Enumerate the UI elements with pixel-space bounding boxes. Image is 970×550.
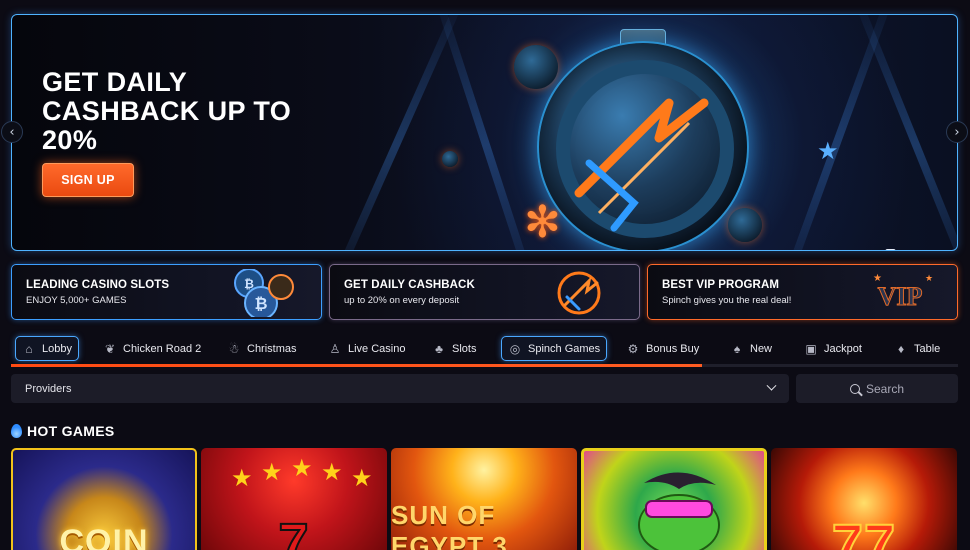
category-table[interactable]: ♦ Table: [888, 336, 946, 361]
small-ornament-image: [728, 208, 762, 242]
category-jackpot[interactable]: ▣ Jackpot: [798, 336, 868, 361]
hero-prev-button[interactable]: ‹: [1, 121, 23, 143]
chicken-icon: ❦: [104, 341, 116, 356]
category-chicken-road-2[interactable]: ❦ Chicken Road 2: [97, 336, 207, 361]
svg-text:★: ★: [351, 464, 373, 492]
hot-games-header: HOT GAMES: [11, 423, 114, 439]
category-live-casino[interactable]: ♙ Live Casino: [322, 336, 411, 361]
game-title: SUN OF EGYPT 3: [391, 500, 508, 550]
frog-character-image: [638, 472, 720, 550]
svg-text:₿: ₿: [244, 277, 254, 291]
category-label: Christmas: [247, 342, 297, 355]
search-icon: [849, 383, 860, 394]
category-label: Chicken Road 2: [123, 342, 202, 355]
promo-subtitle: Spinch gives you the real deal!: [662, 295, 792, 306]
game-title: 77: [831, 511, 897, 550]
svg-text:₿: ₿: [254, 295, 267, 313]
jackpot-icon: ▣: [805, 341, 817, 356]
dealer-icon: ♙: [329, 341, 341, 356]
hero-banner[interactable]: GET DAILY CASHBACK UP TO 20% SIGN UP ★ ✻: [11, 14, 958, 251]
svg-text:★: ★: [231, 464, 253, 492]
category-label: Jackpot: [824, 342, 862, 355]
category-christmas[interactable]: ☃ Christmas: [221, 336, 303, 361]
game-tile-coin[interactable]: COIN: [11, 448, 197, 550]
slide-dot-active[interactable]: [885, 249, 896, 250]
chip-image: [442, 151, 458, 167]
stars-icon: ★ ★ ★ ★ ★: [231, 456, 373, 492]
category-scrollbar-thumb[interactable]: [11, 364, 703, 367]
category-spinch-games[interactable]: ◎ Spinch Games: [501, 336, 608, 361]
svg-text:★: ★: [321, 458, 343, 486]
chevron-right-icon: ›: [954, 124, 960, 140]
providers-dropdown[interactable]: Providers: [11, 374, 789, 403]
spinch-icon: ◎: [509, 341, 521, 356]
game-tile-frog[interactable]: [581, 448, 767, 550]
sign-up-button[interactable]: SIGN UP: [42, 163, 134, 197]
promo-title: BEST VIP PROGRAM: [662, 279, 780, 291]
svg-text:★: ★: [925, 274, 933, 284]
svg-text:★: ★: [291, 456, 313, 482]
category-label: Slots: [452, 342, 477, 355]
category-label: New: [750, 342, 773, 355]
promo-card-vip[interactable]: BEST VIP PROGRAM Spinch gives you the re…: [647, 264, 958, 320]
promo-card-slots[interactable]: LEADING CASINO SLOTS ENJOY 5,000+ GAMES …: [11, 264, 322, 320]
hero-title: GET DAILY CASHBACK UP TO 20%: [42, 67, 292, 155]
category-slots[interactable]: ♣ Slots: [426, 336, 482, 361]
providers-label: Providers: [25, 382, 72, 395]
svg-text:VIP: VIP: [878, 282, 923, 311]
category-label: Live Casino: [348, 342, 406, 355]
hot-games-row: COIN ★ ★ ★ ★ ★ 7 SUN OF EGYPT 3 77: [11, 448, 959, 550]
table-cards-icon: ♦: [897, 341, 905, 356]
category-scrollbar[interactable]: [11, 364, 958, 367]
game-title: COIN: [59, 523, 149, 550]
category-label: Spinch Games: [528, 342, 601, 355]
promo-card-cashback[interactable]: GET DAILY CASHBACK up to 20% on every de…: [329, 264, 640, 320]
game-tile-fire-77[interactable]: 77: [771, 448, 957, 550]
snowman-icon: ☃: [228, 341, 240, 356]
category-new[interactable]: ♠ New: [724, 336, 778, 361]
search-input[interactable]: Search: [796, 374, 958, 403]
category-label: Bonus Buy: [646, 342, 700, 355]
light-streak: [848, 15, 957, 250]
cashback-ring-icon: [557, 271, 601, 315]
svg-text:★: ★: [261, 458, 283, 486]
category-lobby[interactable]: ⌂ Lobby: [15, 336, 79, 361]
small-ornament-image: [514, 45, 558, 89]
flame-icon: [11, 424, 22, 438]
category-nav: ⌂ Lobby ❦ Chicken Road 2 ☃ Christmas ♙ L…: [11, 336, 958, 364]
vip-badge-image: VIP ★ ★: [873, 273, 933, 312]
promo-title: LEADING CASINO SLOTS: [26, 279, 170, 291]
chevron-left-icon: ‹: [9, 124, 15, 140]
svg-text:★: ★: [873, 273, 882, 284]
category-label: Lobby: [42, 342, 72, 355]
light-streak: [323, 15, 469, 250]
category-bonus-buy[interactable]: ⚙ Bonus Buy: [620, 336, 705, 361]
promo-subtitle: ENJOY 5,000+ GAMES: [26, 295, 127, 306]
game-tile-sun-of-egypt-3[interactable]: SUN OF EGYPT 3: [391, 448, 577, 550]
hero-next-button[interactable]: ›: [946, 121, 968, 143]
cherries-icon: ♣: [435, 341, 443, 356]
gear-icon: ⚙: [627, 341, 639, 356]
house-icon: ⌂: [25, 341, 33, 356]
cards-icon: ♠: [733, 341, 741, 356]
chevron-down-icon: [766, 380, 777, 391]
cashback-arrows-icon: [556, 60, 734, 238]
star-icon: ★: [817, 137, 839, 165]
promo-title: GET DAILY CASHBACK: [344, 279, 475, 291]
slide-indicators: [885, 249, 896, 250]
hot-games-title: HOT GAMES: [27, 423, 115, 439]
bitcoin-coins-image: ₿ ₿: [234, 269, 294, 317]
ornament-ball-image: [537, 41, 749, 250]
game-tile-sevens[interactable]: ★ ★ ★ ★ ★ 7: [201, 448, 387, 550]
search-placeholder: Search: [865, 381, 905, 396]
promo-subtitle: up to 20% on every deposit: [344, 295, 460, 306]
category-label: Table: [914, 342, 941, 355]
snowflake-icon: ✻: [524, 197, 561, 248]
game-title: 7: [277, 512, 310, 550]
